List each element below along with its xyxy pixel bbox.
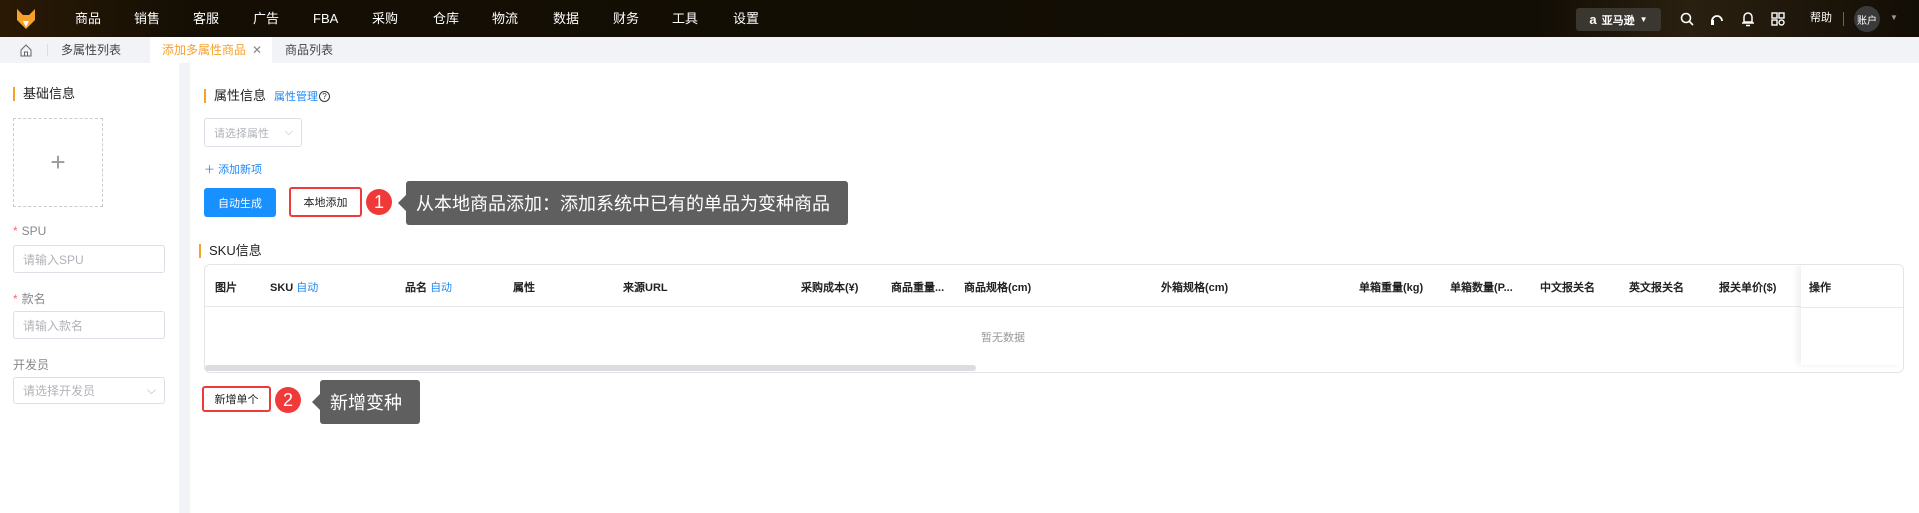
name-label: * 款名 bbox=[13, 292, 46, 306]
search-icon[interactable] bbox=[1680, 12, 1694, 26]
annotation-tooltip: 从本地商品添加：添加系统中已有的单品为变种商品 bbox=[398, 181, 848, 225]
chevron-down-icon: ⌵ bbox=[146, 383, 156, 397]
attribute-select[interactable]: 请选择属性 ⌵ bbox=[204, 118, 302, 147]
fixed-action-column: 操作 bbox=[1801, 265, 1903, 365]
column-header: 商品重量... bbox=[891, 282, 945, 294]
bell-icon[interactable] bbox=[1741, 11, 1755, 27]
nav-item[interactable]: 工具 bbox=[672, 0, 698, 37]
spu-input[interactable]: 请输入SPU bbox=[13, 245, 165, 273]
column-header: 外箱规格(cm) bbox=[1161, 282, 1229, 294]
divider bbox=[1843, 12, 1844, 26]
tab-bar: 多属性列表 添加多属性商品 ✕ 商品列表 bbox=[0, 37, 1919, 63]
column-header: 英文报关名 bbox=[1629, 282, 1684, 294]
basic-info-panel: 基础信息 + * SPU 请输入SPU * 款名 请输入款名 开发员 请选择开发员 ⌵ bbox=[0, 63, 179, 513]
sku-auto-link[interactable]: 自动 bbox=[296, 282, 318, 294]
nav-item[interactable]: 物流 bbox=[492, 0, 518, 37]
add-item-link[interactable]: ＋ 添加新项 bbox=[204, 161, 262, 177]
main-content: 属性信息 属性管理 ? 请选择属性 ⌵ ＋ 添加新项 自动生成 本地添加 1 从本… bbox=[190, 63, 1919, 513]
amazon-icon: a bbox=[1589, 12, 1597, 27]
column-header: 采购成本(¥) bbox=[801, 282, 859, 294]
image-upload[interactable]: + bbox=[13, 118, 103, 207]
nav-item[interactable]: 客服 bbox=[193, 0, 219, 37]
add-single-button[interactable]: 新增单个 bbox=[202, 386, 271, 412]
divider bbox=[47, 44, 48, 56]
column-header: 单箱重量(kg) bbox=[1359, 282, 1424, 294]
nav-item[interactable]: 财务 bbox=[613, 0, 639, 37]
column-header: 属性 bbox=[513, 282, 535, 294]
spu-label: * SPU bbox=[13, 224, 47, 238]
logo-icon bbox=[17, 9, 35, 29]
section-title: SKU信息 bbox=[199, 244, 262, 258]
column-header: 品名 自动 bbox=[405, 282, 453, 294]
plus-icon: + bbox=[50, 147, 66, 177]
table-header: 图片 SKU 自动 品名 自动 属性 来源URL 采购成本(¥) 商品重量...… bbox=[205, 265, 1903, 307]
nav-item[interactable]: 设置 bbox=[733, 0, 759, 37]
plus-icon: ＋ bbox=[204, 164, 219, 176]
column-header: 图片 bbox=[215, 282, 237, 294]
tab-product-list[interactable]: 商品列表 bbox=[285, 37, 333, 63]
column-header: 单箱数量(P... bbox=[1450, 282, 1513, 294]
column-header: SKU 自动 bbox=[270, 282, 319, 294]
caret-down-icon[interactable]: ▼ bbox=[1890, 13, 1898, 22]
section-title: 基础信息 bbox=[13, 87, 75, 101]
nav-item[interactable]: 商品 bbox=[75, 0, 101, 37]
horizontal-scrollbar[interactable] bbox=[205, 365, 976, 371]
column-header: 商品规格(cm) bbox=[964, 282, 1032, 294]
close-icon[interactable]: ✕ bbox=[252, 37, 262, 63]
nav-item[interactable]: 数据 bbox=[553, 0, 579, 37]
nav-item[interactable]: 采购 bbox=[372, 0, 398, 37]
column-header: 来源URL bbox=[623, 282, 668, 294]
nav-item[interactable]: 仓库 bbox=[433, 0, 459, 37]
tab-multi-attr-list[interactable]: 多属性列表 bbox=[61, 37, 121, 63]
column-header: 报关单价($) bbox=[1719, 282, 1777, 294]
nav-item[interactable]: FBA bbox=[313, 0, 338, 37]
section-title: 属性信息 bbox=[204, 89, 266, 103]
developer-select[interactable]: 请选择开发员 ⌵ bbox=[13, 377, 165, 404]
home-icon[interactable] bbox=[20, 44, 32, 57]
empty-text: 暂无数据 bbox=[981, 332, 1025, 344]
column-header: 中文报关名 bbox=[1540, 282, 1595, 294]
name-input[interactable]: 请输入款名 bbox=[13, 311, 165, 339]
chevron-down-icon: ⌵ bbox=[284, 126, 293, 138]
help-link[interactable]: 帮助 bbox=[1810, 0, 1832, 37]
help-circle-icon[interactable]: ? bbox=[319, 90, 331, 102]
developer-label: 开发员 bbox=[13, 358, 50, 372]
attribute-manage-link[interactable]: 属性管理 bbox=[274, 88, 318, 104]
local-add-button[interactable]: 本地添加 bbox=[289, 187, 362, 217]
column-header: 操作 bbox=[1809, 282, 1831, 294]
apps-grid-icon[interactable] bbox=[1771, 12, 1785, 26]
nav-item[interactable]: 销售 bbox=[134, 0, 160, 37]
tab-add-multi-attr-product[interactable]: 添加多属性商品 ✕ bbox=[150, 37, 272, 63]
annotation-tooltip: 新增变种 bbox=[312, 380, 420, 424]
platform-selector[interactable]: a 亚马逊 ▼ bbox=[1576, 8, 1661, 31]
nav-item[interactable]: 广告 bbox=[253, 0, 279, 37]
avatar[interactable]: 账户 bbox=[1854, 6, 1880, 32]
name-auto-link[interactable]: 自动 bbox=[430, 282, 452, 294]
caret-down-icon: ▼ bbox=[1639, 15, 1648, 24]
top-nav: 商品 销售 客服 广告 FBA 采购 仓库 物流 数据 财务 工具 设置 a 亚… bbox=[0, 0, 1919, 37]
auto-generate-button[interactable]: 自动生成 bbox=[204, 188, 276, 217]
sku-table: 图片 SKU 自动 品名 自动 属性 来源URL 采购成本(¥) 商品重量...… bbox=[204, 264, 1904, 373]
annotation-badge: 1 bbox=[366, 189, 392, 215]
annotation-badge: 2 bbox=[275, 387, 301, 413]
headset-icon[interactable] bbox=[1710, 12, 1724, 26]
